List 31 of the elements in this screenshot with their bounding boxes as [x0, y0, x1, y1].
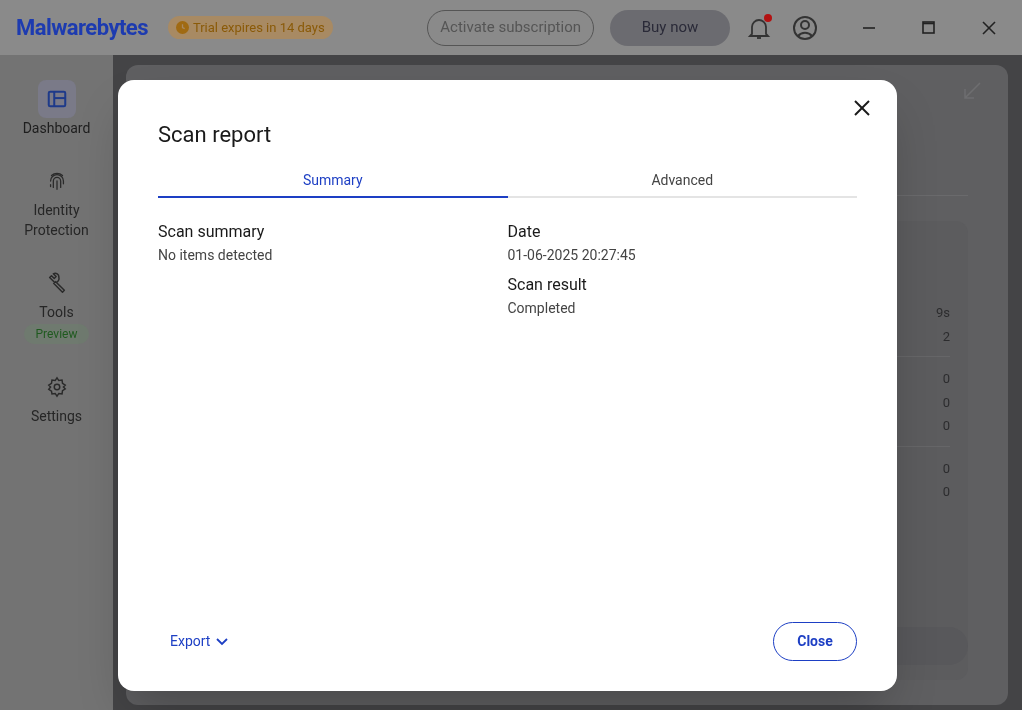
- close-icon[interactable]: [853, 99, 871, 117]
- sidebar-label: Identity Protection: [23, 201, 90, 240]
- field-value: Completed: [507, 299, 577, 317]
- field-heading: Scan result: [507, 275, 588, 295]
- field-heading: Date: [507, 222, 542, 242]
- dialog-title: Scan report: [158, 121, 273, 149]
- sidebar-item[interactable]: Dashboard: [0, 80, 113, 138]
- field-value: 01-06-2025 20:27:45: [507, 246, 637, 264]
- trial-badge: Trial expires in 14 days: [167, 15, 333, 40]
- notification-bell[interactable]: [746, 13, 772, 42]
- clock-icon: [175, 21, 189, 34]
- account-icon[interactable]: [792, 14, 818, 41]
- tab[interactable]: Advanced: [507, 164, 857, 198]
- sidebar-label: Settings: [29, 407, 84, 426]
- sidebar-item[interactable]: Settings: [0, 368, 113, 426]
- export-button[interactable]: Export: [170, 631, 229, 652]
- dashboard-icon: [45, 88, 68, 110]
- maximize-icon[interactable]: [922, 21, 935, 34]
- close-window-icon[interactable]: [982, 20, 996, 35]
- field-value: No items detected: [158, 246, 274, 264]
- settings-icon: [45, 376, 68, 398]
- field-heading: Scan summary: [158, 222, 266, 242]
- sidebar-label: Tools: [38, 303, 75, 322]
- buy-now-button[interactable]: Buy now: [610, 9, 730, 46]
- preview-badge: Preview: [23, 324, 90, 344]
- sidebar-item[interactable]: Tools Preview: [0, 264, 113, 344]
- chevron-down-icon: [216, 637, 229, 646]
- sidebar-item[interactable]: Identity Protection: [0, 162, 113, 240]
- logo: Malwarebytes: [16, 14, 148, 42]
- sidebar-label: Dashboard: [21, 119, 92, 138]
- tab[interactable]: Summary: [158, 164, 508, 198]
